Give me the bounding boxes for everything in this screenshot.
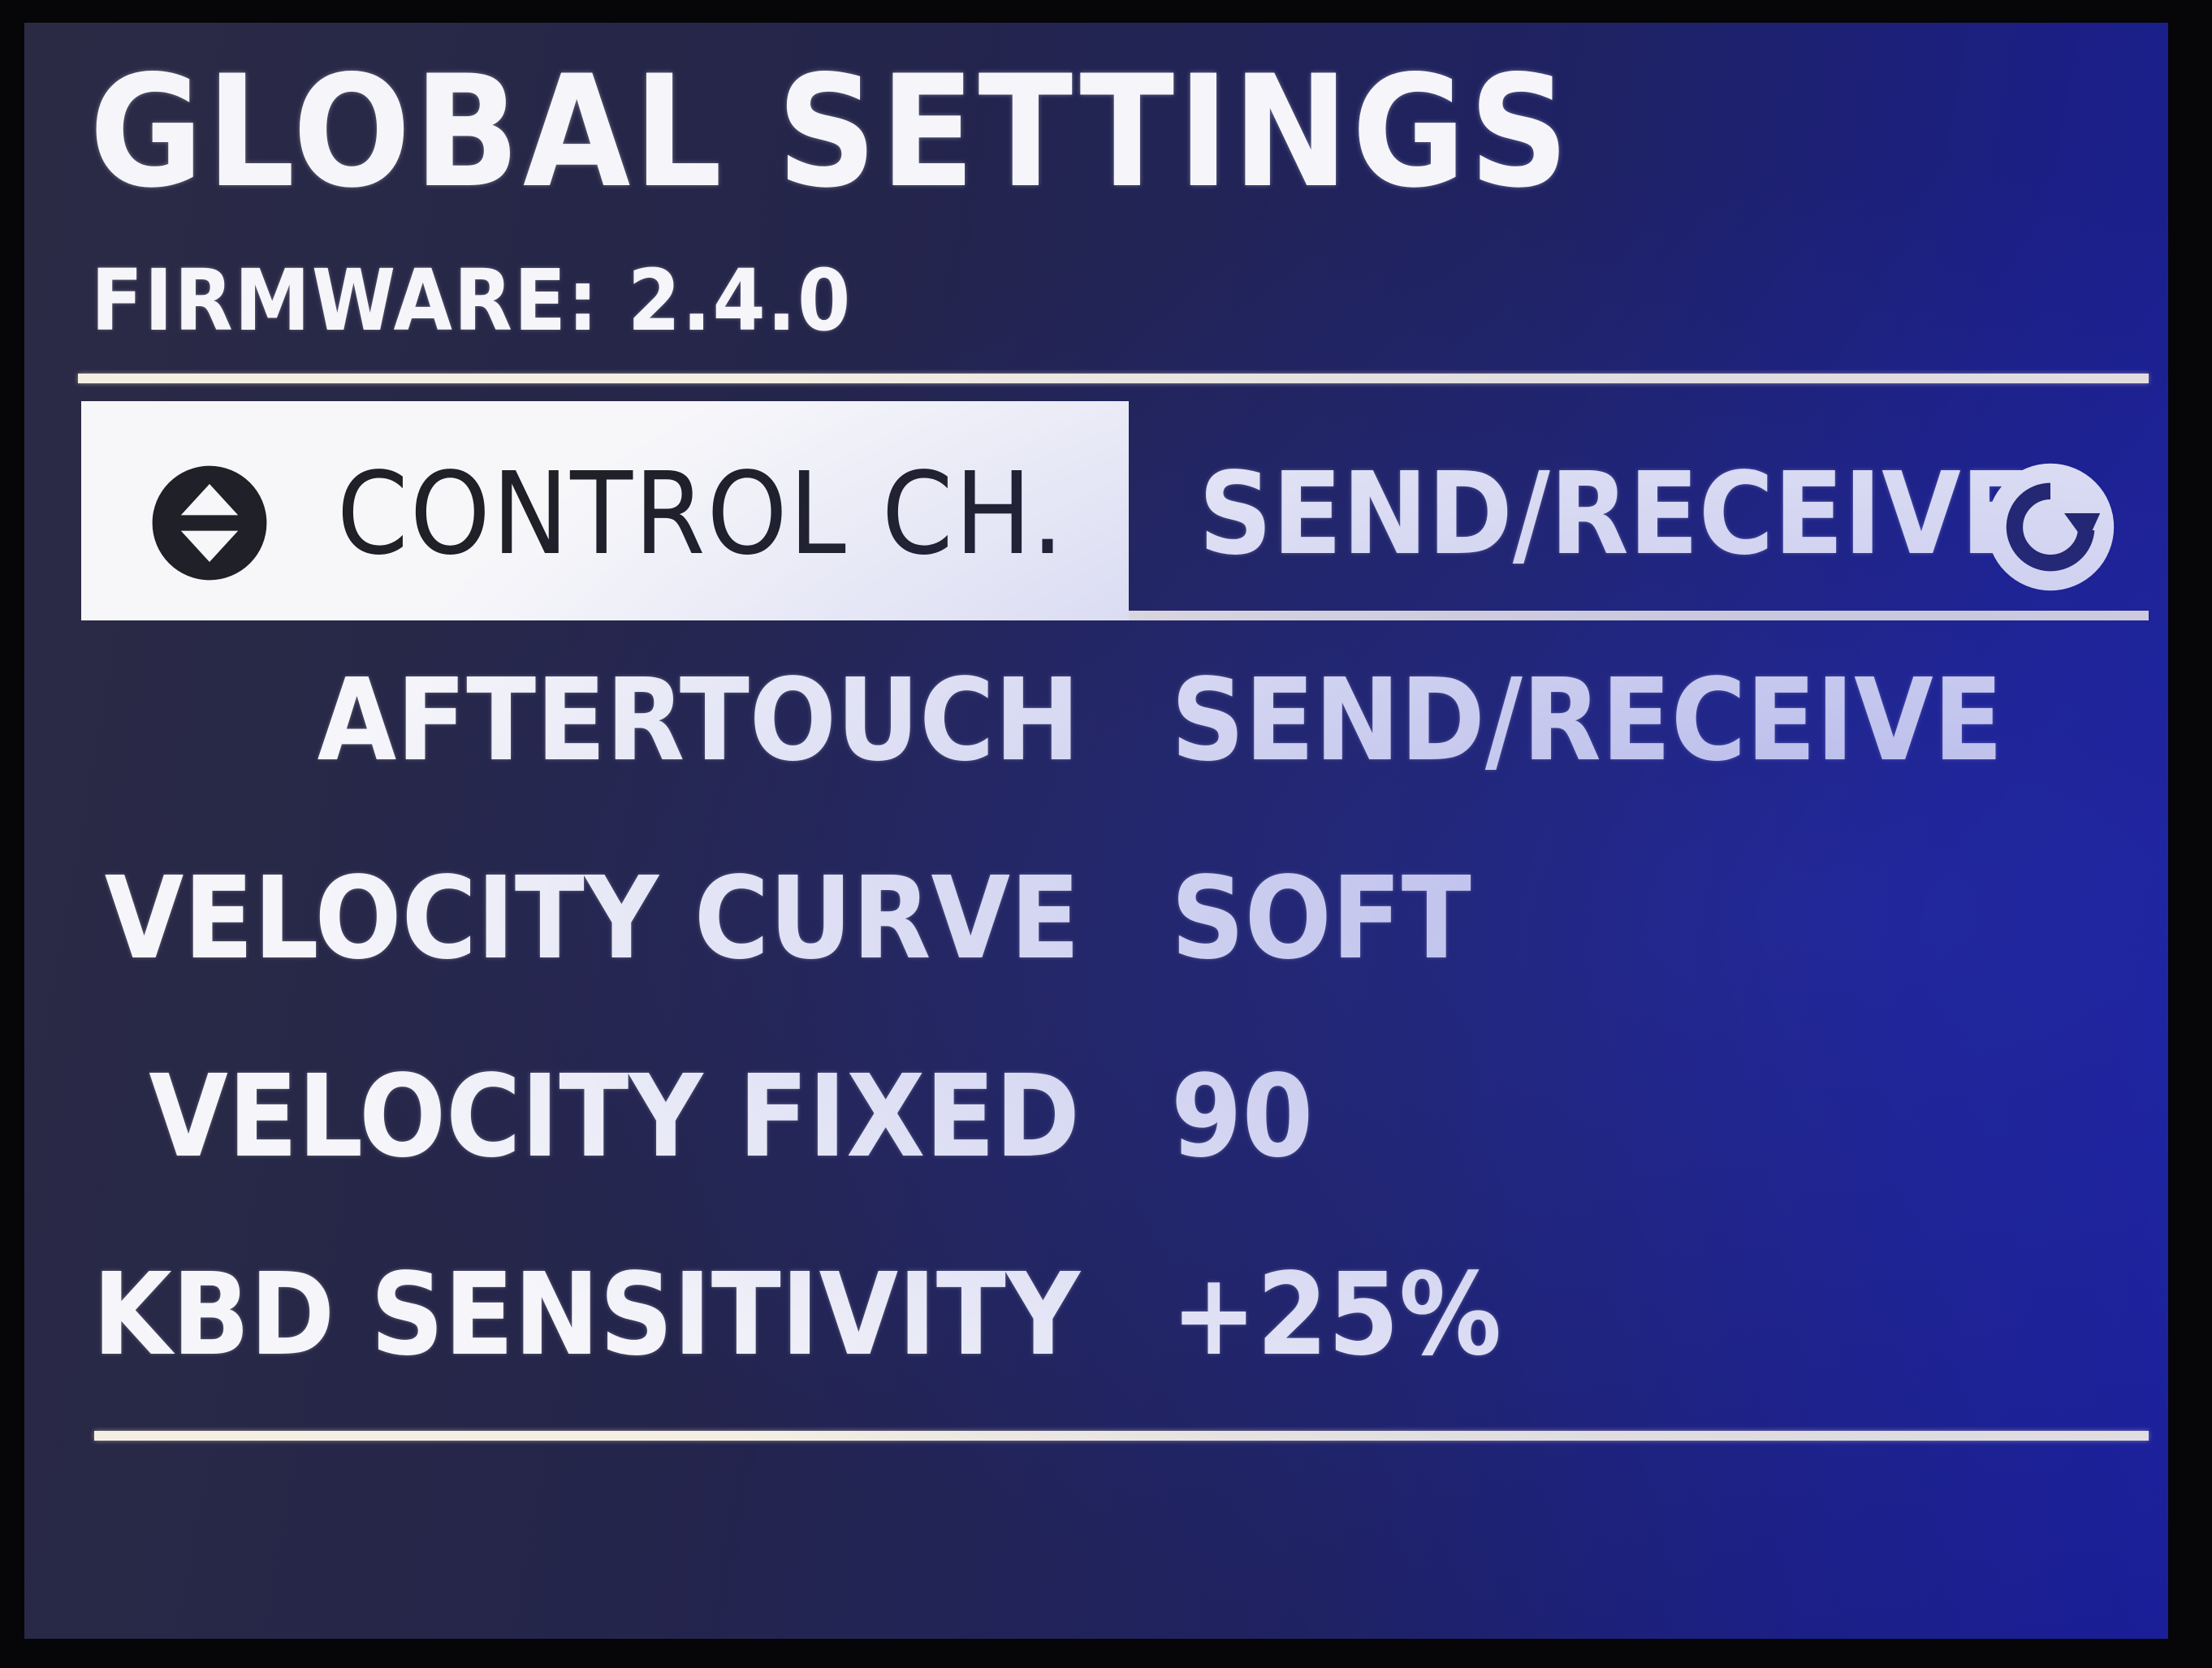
setting-label-selected: CONTROL CH. (336, 448, 1065, 581)
selection-underline (1129, 611, 2149, 620)
setting-value[interactable]: +25% (1171, 1259, 1501, 1372)
setting-value[interactable]: SEND/RECEIVE (1171, 664, 2003, 778)
setting-value[interactable]: 90 (1171, 1061, 1313, 1174)
settings-row-selected[interactable]: CONTROL CH. SEND/RECEIVE (81, 401, 2149, 620)
up-down-arrows-icon[interactable] (145, 458, 274, 588)
settings-row-kbd-sensitivity[interactable]: KBD SENSITIVITY +25% (24, 1259, 2168, 1389)
bottom-divider (94, 1431, 2149, 1441)
page-title: GLOBAL SETTINGS (89, 42, 1573, 222)
lcd-screen: GLOBAL SETTINGS FIRMWARE: 2.4.0 CONTROL … (24, 23, 2168, 1639)
settings-row-velocity-curve[interactable]: VELOCITY CURVE SOFT (24, 862, 2168, 992)
setting-value-selected[interactable]: SEND/RECEIVE (1199, 458, 2031, 572)
settings-row-velocity-fixed[interactable]: VELOCITY FIXED 90 (24, 1061, 2168, 1191)
setting-label: AFTERTOUCH (317, 655, 1080, 787)
setting-label: VELOCITY FIXED (149, 1051, 1080, 1183)
refresh-icon[interactable] (1981, 458, 2119, 596)
setting-label: VELOCITY CURVE (104, 853, 1080, 985)
setting-value[interactable]: SOFT (1171, 862, 1471, 976)
settings-row-aftertouch[interactable]: AFTERTOUCH SEND/RECEIVE (24, 664, 2168, 794)
setting-label: KBD SENSITIVITY (93, 1249, 1080, 1381)
top-divider (78, 374, 2149, 383)
firmware-version: FIRMWARE: 2.4.0 (91, 251, 853, 350)
